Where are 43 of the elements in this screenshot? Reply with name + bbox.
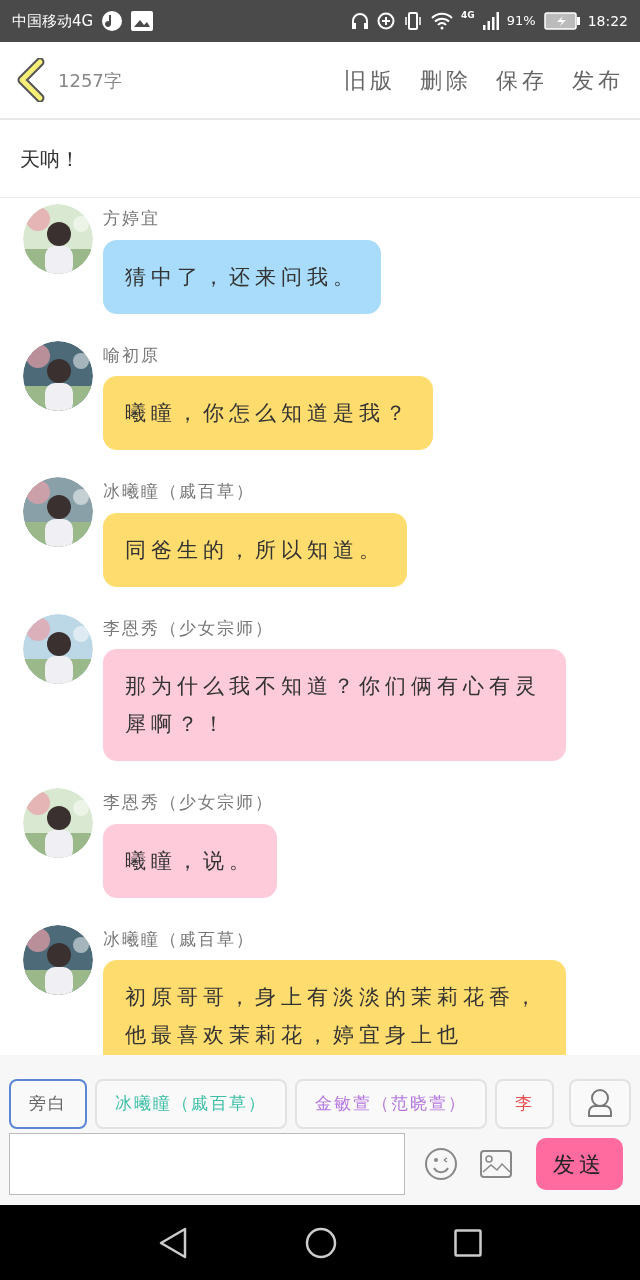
character-button[interactable] [569, 1079, 631, 1127]
message-bubble: 同爸生的，所以知道。 [103, 512, 407, 587]
battery-label: 91% [506, 12, 536, 31]
message-bubble: 那为什么我不知道？你们俩有心有灵犀啊？！ [103, 649, 566, 761]
role-chip[interactable]: 李 [495, 1079, 554, 1129]
smiley-icon [423, 1147, 458, 1181]
headphones-icon [351, 12, 370, 30]
home-nav-icon[interactable] [305, 1226, 337, 1259]
header-action[interactable]: 保存 [496, 63, 548, 97]
back-icon [16, 58, 46, 102]
message-input[interactable] [9, 1133, 405, 1195]
word-count: 1257字 [58, 68, 122, 93]
network-label: 4G [461, 9, 475, 22]
sender-name: 李恩秀（少女宗师） [103, 791, 274, 814]
vibrate-icon [403, 12, 424, 30]
clock-label: 18:22 [587, 11, 628, 31]
back-nav-icon[interactable] [158, 1226, 189, 1259]
signal-icon [482, 12, 499, 30]
sender-name: 冰曦瞳（戚百草） [103, 927, 255, 951]
sender-name: 冰曦瞳（戚百草） [103, 480, 255, 503]
battery-icon [543, 12, 580, 30]
sender-name: 李恩秀（少女宗师） [103, 616, 274, 640]
message-bubble: 曦瞳，说。 [103, 823, 277, 898]
data-saver-icon [377, 12, 396, 30]
person-icon [587, 1088, 613, 1118]
recents-nav-icon[interactable] [453, 1228, 482, 1257]
image-icon [480, 1150, 513, 1178]
sender-name: 喻初原 [103, 343, 160, 367]
chapter-title: 天呐！ [20, 145, 80, 173]
message-bubble: 曦瞳，你怎么知道是我？ [103, 376, 433, 450]
wifi-icon [431, 12, 454, 30]
sender-name: 方婷宜 [103, 207, 160, 230]
header-action[interactable]: 旧版 [344, 63, 396, 97]
message-bubble: 初原哥哥，身上有淡淡的茉莉花香，他最喜欢茉莉花，婷宜身上也 [103, 960, 566, 1055]
send-button[interactable]: 发送 [535, 1138, 623, 1190]
role-chip[interactable]: 金敏萱（范晓萱） [295, 1079, 487, 1129]
role-chip[interactable]: 旁白 [9, 1079, 87, 1129]
image-icon [131, 11, 154, 31]
message-bubble: 猜中了，还来问我。 [103, 239, 381, 314]
carrier-label: 中国移动4G [12, 10, 94, 32]
music-icon [101, 10, 124, 32]
header-action[interactable]: 发布 [572, 63, 624, 97]
header-action[interactable]: 删除 [420, 63, 472, 97]
